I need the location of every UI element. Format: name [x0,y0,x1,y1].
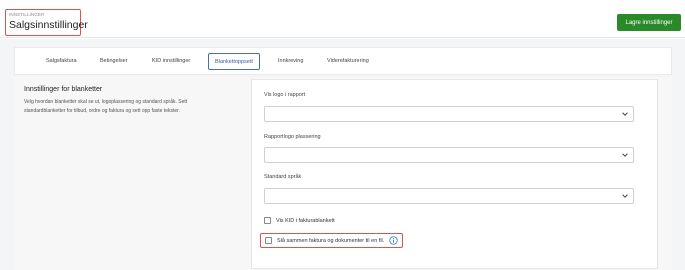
tab-bar: Salgsfaktura Betingelser KID innstilling… [14,47,672,75]
section-description: Velg hvordan blanketter skal se ut, logo… [24,99,188,114]
save-settings-button[interactable]: Lagre innstillinger [617,14,681,31]
merge-documents-checkbox[interactable] [265,237,272,244]
language-field-label: Standard språk [264,174,302,180]
tab-viderefakturering[interactable]: Viderefakturering [327,58,369,64]
logo-field-label: Vis logo i rapport [264,92,306,98]
show-kid-label: Vis KID i fakturablankett [276,217,335,224]
tab-kid-innstillinger[interactable]: KID innstillinger [152,58,190,64]
content-area: Salgsfaktura Betingelser KID innstilling… [0,39,685,270]
logo-position-select[interactable] [264,147,634,163]
tab-innkreving[interactable]: Innkreving [278,58,303,64]
show-kid-checkbox[interactable] [264,217,271,224]
section-title: Innstillinger for blanketter [24,86,103,93]
page-header: INNSTILLINGER Salgsinnstillinger Lagre i… [0,0,685,38]
page-title: Salgsinnstillinger [9,19,88,31]
chevron-down-icon [622,112,628,116]
tab-blankettoppsett[interactable]: Blankettoppsett [208,53,260,70]
language-select[interactable] [264,188,634,204]
info-icon[interactable] [389,236,398,245]
page-title-block: INNSTILLINGER Salgsinnstillinger [5,9,88,36]
chevron-down-icon [622,194,628,198]
logo-position-field-label: Rapportlogo plassering [264,134,321,140]
merge-documents-option: Slå sammen faktura og dokumenter til en … [260,233,404,248]
chevron-down-icon [622,153,628,157]
settings-form: Vis logo i rapport Rapportlogo plasserin… [251,79,658,269]
merge-documents-label: Slå sammen faktura og dokumenter til en … [277,237,385,244]
show-kid-option: Vis KID i fakturablankett [264,217,335,224]
breadcrumb: INNSTILLINGER [9,12,45,17]
tab-salgsfaktura[interactable]: Salgsfaktura [46,58,77,64]
logo-select[interactable] [264,106,634,122]
settings-panel: Innstillinger for blanketter Velg hvorda… [14,77,672,270]
tab-betingelser[interactable]: Betingelser [100,58,128,64]
